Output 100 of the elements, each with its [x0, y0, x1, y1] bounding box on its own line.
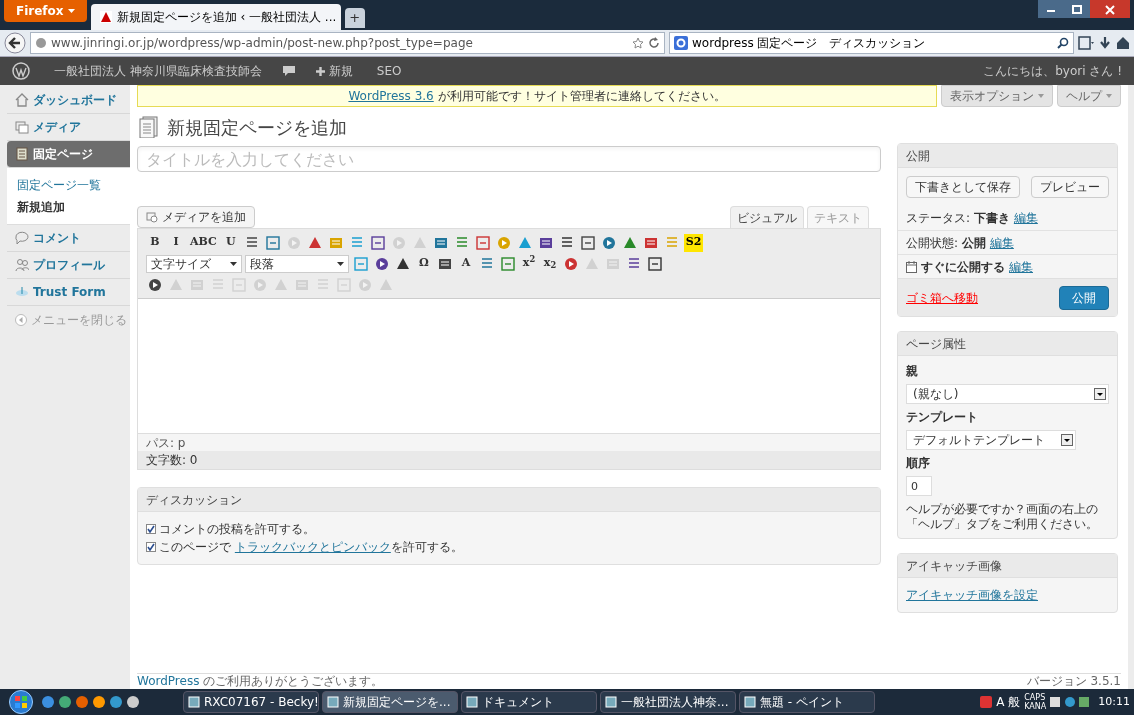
toolbar-button[interactable]: ABC [188, 233, 219, 252]
play-circle-icon[interactable] [374, 255, 390, 272]
screen-options-tab[interactable]: 表示オプション [941, 85, 1053, 107]
app-launcher-icon[interactable] [58, 695, 72, 709]
help-tab[interactable]: ヘルプ [1057, 85, 1121, 107]
kana-indicator: KANA [1024, 702, 1047, 711]
submenu-item[interactable]: 新規追加 [7, 198, 130, 216]
toolbar-button[interactable]: S2 [683, 233, 704, 252]
window-icon [466, 696, 478, 708]
search-field[interactable]: wordpress 固定ページ ディスカッション [669, 32, 1074, 54]
app-launcher-icon[interactable] [126, 695, 140, 709]
browser-tab[interactable]: 新規固定ページを追加 ‹ 一般社団法人 ... [90, 4, 341, 30]
taskbar-window-button[interactable]: RXC07167 - Becky! [183, 691, 319, 713]
trackback-link[interactable]: トラックバックとピンバック [234, 540, 391, 554]
maximize-icon[interactable] [1071, 3, 1083, 15]
footer-text: WordPress のご利用ありがとうございます。 [137, 674, 384, 689]
speech-bubble-icon[interactable] [281, 65, 296, 77]
square-icon[interactable] [579, 234, 596, 251]
greeting-link[interactable]: こんにちは、byori さん ! [971, 62, 1134, 80]
people-icon [15, 258, 29, 272]
toolbar-button[interactable]: A [457, 254, 475, 273]
download-icon[interactable] [1098, 36, 1112, 50]
play-circle-icon[interactable] [600, 234, 617, 251]
status-label: 公開状態: 公開 [906, 234, 986, 252]
panel-title: アイキャッチ画像 [898, 554, 1117, 578]
play-circle-icon[interactable] [147, 276, 163, 293]
caps-indicator: CAPS [1024, 693, 1047, 702]
pages-icon [15, 147, 29, 161]
toolbar-button[interactable]: B [146, 233, 164, 252]
submenu-item[interactable]: 固定ページ一覧 [7, 176, 130, 194]
square-icon[interactable] [369, 234, 386, 251]
taskbar-window-button[interactable]: 一般社団法人神奈... [600, 691, 736, 713]
edit-link[interactable]: 編集 [989, 233, 1014, 252]
home-icon[interactable] [1116, 36, 1130, 50]
wordpress-link[interactable]: WordPress [137, 674, 200, 688]
format-dropdown[interactable]: 段落 [245, 254, 349, 273]
app-launcher-icon[interactable] [92, 695, 106, 709]
status-label: ステータス: 下書き [906, 210, 1010, 227]
square-icon[interactable] [264, 234, 281, 251]
field-label: 親 [906, 363, 919, 380]
window-icon [327, 696, 339, 708]
checkbox-label: コメントの投稿を許可する。 [159, 521, 315, 538]
toolbar-button[interactable]: x$^{2}$ [520, 254, 538, 273]
editor-tab[interactable]: ビジュアル [730, 206, 804, 228]
publish-button[interactable]: 公開 [1059, 285, 1109, 310]
help-text: ヘルプが必要ですか？画面の右上の「ヘルプ」タブをご利用ください。 [906, 502, 1099, 532]
sidebar-item[interactable]: 固定ページ [7, 141, 130, 168]
set-featured-image-link[interactable]: アイキャッチ画像を設定 [906, 588, 1038, 602]
new-tab-button[interactable]: + [344, 8, 365, 28]
ime-mode-indicator[interactable]: A 般 [996, 693, 1021, 711]
images-icon [15, 120, 29, 134]
address-bar[interactable]: www.jinringi.or.jp/wordpress/wp-admin/post-new.php?post_type=page [30, 32, 665, 54]
checkmark-icon [147, 543, 155, 551]
window-icon [188, 696, 200, 708]
search-engine-icon[interactable] [674, 36, 688, 50]
toolbar-button[interactable]: Ω [415, 254, 433, 273]
toolbar-button[interactable]: U [221, 233, 240, 252]
reload-icon[interactable] [648, 37, 660, 49]
wordpress-logo-icon[interactable] [12, 62, 30, 80]
taskbar-window-button[interactable]: 新規固定ページを... [322, 691, 458, 713]
speech-bubble-icon [15, 231, 29, 245]
star-icon[interactable] [632, 37, 644, 49]
square-icon[interactable] [474, 234, 491, 251]
update-link[interactable]: WordPress 3.6 [348, 89, 434, 103]
house-icon [15, 93, 29, 107]
square-icon[interactable] [647, 255, 663, 272]
edit-link[interactable]: 編集 [1013, 209, 1038, 227]
preview-button[interactable]: プレビュー [1031, 176, 1109, 198]
toolbar-button[interactable]: I [167, 233, 185, 252]
checkbox[interactable] [146, 524, 156, 534]
save-draft-button[interactable]: 下書きとして保存 [906, 176, 1020, 198]
order-input-field[interactable]: 0 [906, 476, 932, 496]
editor-path: パス: p [138, 433, 880, 451]
site-name-link[interactable]: 一般社団法人 神奈川県臨床検査技師会 [42, 62, 274, 80]
seo-link[interactable]: SEO [364, 62, 414, 80]
title-input-field[interactable]: タイトルを入力してください [137, 146, 881, 172]
add-media-button[interactable]: メディアを追加 [137, 206, 255, 228]
edit-link[interactable]: 編集 [1009, 257, 1033, 276]
square-icon[interactable] [500, 255, 516, 272]
app-launcher-icon[interactable] [41, 695, 55, 709]
app-launcher-icon[interactable] [75, 695, 89, 709]
template-dropdown[interactable]: デフォルトテンプレート [906, 430, 1076, 450]
taskbar-window-button[interactable]: ドキュメント [461, 691, 597, 713]
version-text: バージョン 3.5.1 [1026, 674, 1121, 689]
panel-title: 公開 [898, 144, 1117, 168]
play-circle-icon[interactable] [563, 255, 579, 272]
ime-icon[interactable] [980, 696, 993, 708]
toolbar-button[interactable]: x$_{2}$ [541, 254, 559, 273]
close-icon[interactable] [1104, 3, 1116, 15]
tray-icons-drawing [1050, 696, 1091, 708]
parent-dropdown[interactable]: (親なし) [906, 384, 1109, 404]
new-content-link[interactable]: 新規 [303, 62, 365, 80]
field-label: テンプレート [906, 409, 979, 426]
left-arrow-circle-icon [15, 313, 27, 326]
checkbox[interactable] [146, 542, 156, 552]
bookmarks-icon[interactable] [1078, 36, 1094, 50]
app-launcher-icon[interactable] [109, 695, 123, 709]
taskbar-window-button[interactable]: 無題 - ペイント [739, 691, 875, 713]
search-icon[interactable] [1057, 37, 1069, 49]
format-dropdown[interactable]: 文字サイズ [146, 254, 242, 273]
